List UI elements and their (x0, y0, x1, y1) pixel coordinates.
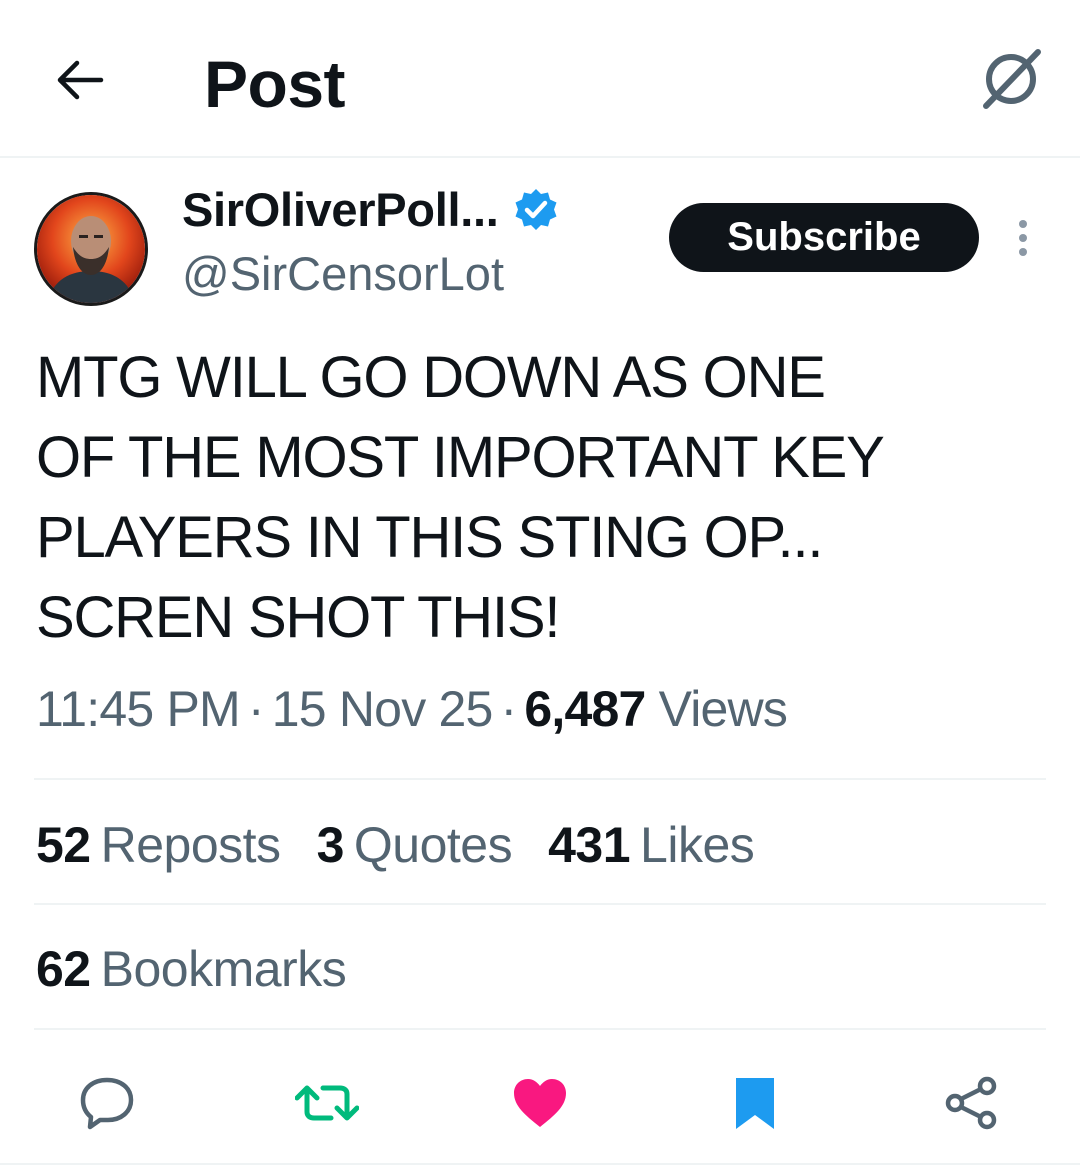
grok-button[interactable] (976, 44, 1046, 114)
more-options-button[interactable] (1000, 210, 1046, 266)
divider (34, 1028, 1046, 1030)
display-name: SirOliverPoll... (182, 183, 499, 236)
arrow-left-icon (57, 60, 104, 100)
separator-dot: · (247, 681, 265, 737)
bookmarks-stat[interactable]: 62 Bookmarks (36, 940, 347, 998)
avatar-image (37, 195, 145, 303)
separator-dot: · (500, 681, 518, 737)
likes-label: Likes (640, 817, 755, 873)
like-button[interactable] (505, 1068, 575, 1138)
quotes-label: Quotes (353, 817, 513, 873)
repost-icon (295, 1085, 359, 1121)
post-metadata: 11:45 PM · 15 Nov 25 · 6,487 Views (36, 680, 788, 738)
bookmarks-label: Bookmarks (100, 941, 347, 997)
reposts-label: Reposts (100, 817, 281, 873)
reposts-stat[interactable]: 52 Reposts (36, 816, 281, 874)
divider (0, 1163, 1080, 1165)
page-title: Post (204, 47, 346, 121)
share-icon (945, 1076, 997, 1130)
engagement-stats: 52 Reposts 3 Quotes 431 Likes (36, 816, 790, 874)
share-button[interactable] (936, 1068, 1006, 1138)
user-handle[interactable]: @SirCensorLot (182, 246, 504, 301)
verified-badge-icon (513, 187, 559, 233)
quotes-count: 3 (316, 817, 345, 873)
quotes-stat[interactable]: 3 Quotes (317, 816, 513, 874)
grok-icon (983, 49, 1041, 109)
divider (34, 903, 1046, 905)
views-label: Views (658, 681, 788, 737)
post-text: MTG WILL GO DOWN AS ONE OF THE MOST IMPO… (36, 345, 885, 650)
more-vertical-icon (1019, 220, 1027, 256)
bookmarks-count: 62 (36, 941, 91, 997)
divider (34, 778, 1046, 780)
repost-button[interactable] (292, 1068, 362, 1138)
avatar[interactable] (34, 192, 148, 306)
views-count: 6,487 (524, 681, 646, 737)
top-bar: Post (0, 0, 1080, 158)
heart-icon (514, 1079, 566, 1127)
post-author: SirOliverPoll... @SirCensorLot Subscribe (0, 180, 1080, 310)
post-date[interactable]: 15 Nov 25 (272, 681, 494, 737)
subscribe-button[interactable]: Subscribe (669, 203, 979, 272)
reposts-count: 52 (36, 817, 91, 873)
likes-stat[interactable]: 431 Likes (548, 816, 755, 874)
bookmark-button[interactable] (720, 1068, 790, 1138)
post-time[interactable]: 11:45 PM (36, 681, 241, 737)
author-name-row[interactable]: SirOliverPoll... (182, 182, 559, 237)
bookmark-icon (736, 1078, 774, 1129)
reply-button[interactable] (72, 1068, 142, 1138)
reply-icon (80, 1077, 134, 1130)
likes-count: 431 (548, 817, 631, 873)
action-bar (0, 1060, 1080, 1140)
back-button[interactable] (50, 52, 110, 108)
